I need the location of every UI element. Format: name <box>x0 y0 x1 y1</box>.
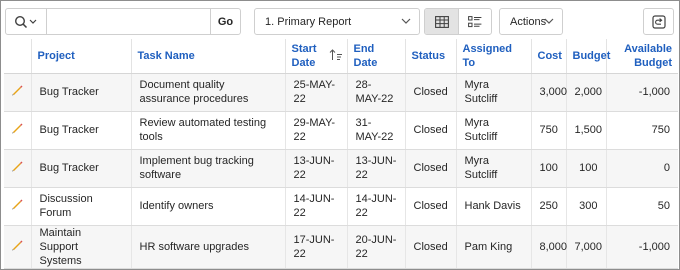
cell-available-budget: 0 <box>606 149 678 188</box>
cell-budget: 1,500 <box>566 111 607 150</box>
reset-button[interactable] <box>643 8 674 35</box>
column-header-available-budget[interactable]: Available Budget <box>606 39 678 74</box>
cell-budget: 100 <box>566 149 607 188</box>
table-row: Bug Tracker Review automated testing too… <box>4 111 678 150</box>
actions-menu-button[interactable]: Actions <box>499 8 563 35</box>
cell-task-name: Review automated testing tools <box>131 111 286 150</box>
grid-view-button[interactable] <box>425 9 459 34</box>
view-mode-toggle <box>424 8 492 35</box>
column-header-budget[interactable]: Budget <box>566 39 610 74</box>
edit-column-header <box>4 39 32 74</box>
interactive-report: Go 1. Primary Report Actions Project Tas… <box>0 0 680 270</box>
edit-cell[interactable] <box>4 149 32 188</box>
table-row: Bug Tracker Implement bug tracking softw… <box>4 149 678 188</box>
sort-ascending-icon <box>329 49 342 60</box>
cell-cost: 750 <box>531 111 567 150</box>
cell-project: Maintain Support Systems <box>31 225 132 269</box>
cell-start-date: 29-MAY-22 <box>285 111 348 150</box>
column-header-project[interactable]: Project <box>31 39 132 74</box>
cell-end-date: 20-JUN-22 <box>347 225 406 269</box>
cell-start-date: 14-JUN-22 <box>285 187 348 226</box>
report-table: Project Task Name Start Date End Date St… <box>4 39 678 269</box>
cell-project: Bug Tracker <box>31 111 132 150</box>
cell-end-date: 14-JUN-22 <box>347 187 406 226</box>
cell-cost: 3,000 <box>531 73 567 112</box>
column-header-end-date[interactable]: End Date <box>347 39 406 74</box>
cell-end-date: 28-MAY-22 <box>347 73 406 112</box>
cell-project: Bug Tracker <box>31 73 132 112</box>
cell-cost: 100 <box>531 149 567 188</box>
detail-view-button[interactable] <box>459 9 491 34</box>
chevron-down-icon <box>401 18 411 24</box>
edit-cell[interactable] <box>4 73 32 112</box>
search-column-button[interactable] <box>6 9 46 34</box>
cell-start-date: 25-MAY-22 <box>285 73 348 112</box>
cell-budget: 2,000 <box>566 73 607 112</box>
cell-task-name: Implement bug tracking software <box>131 149 286 188</box>
cell-cost: 8,000 <box>531 225 567 269</box>
grid-view-icon <box>434 15 449 28</box>
actions-label: Actions <box>510 15 547 28</box>
report-toolbar: Go 1. Primary Report Actions <box>1 1 679 39</box>
pencil-icon[interactable] <box>10 159 24 173</box>
cell-task-name: Document quality assurance procedures <box>131 73 286 112</box>
table-row: Bug Tracker Document quality assurance p… <box>4 73 678 112</box>
cell-available-budget: 50 <box>606 187 678 226</box>
edit-cell[interactable] <box>4 111 32 150</box>
pencil-icon[interactable] <box>10 197 24 211</box>
go-button[interactable]: Go <box>210 9 240 34</box>
cell-project: Discussion Forum <box>31 187 132 226</box>
cell-status: Closed <box>405 149 457 188</box>
column-header-cost[interactable]: Cost <box>531 39 567 74</box>
cell-status: Closed <box>405 225 457 269</box>
search-icon <box>14 15 37 28</box>
column-header-start-date[interactable]: Start Date <box>285 39 348 74</box>
cell-assigned-to: Myra Sutcliff <box>456 73 532 112</box>
cell-task-name: HR software upgrades <box>131 225 286 269</box>
cell-status: Closed <box>405 73 457 112</box>
reset-icon <box>651 14 666 29</box>
cell-assigned-to: Pam King <box>456 225 532 269</box>
cell-status: Closed <box>405 187 457 226</box>
pencil-icon[interactable] <box>10 121 24 135</box>
saved-report-select[interactable]: 1. Primary Report <box>254 8 420 35</box>
cell-available-budget: -1,000 <box>606 225 678 269</box>
cell-project: Bug Tracker <box>31 149 132 188</box>
cell-available-budget: 750 <box>606 111 678 150</box>
column-header-assigned-to[interactable]: Assigned To <box>456 39 532 74</box>
cell-budget: 300 <box>566 187 607 226</box>
cell-status: Closed <box>405 111 457 150</box>
cell-end-date: 31-MAY-22 <box>347 111 406 150</box>
cell-assigned-to: Myra Sutcliff <box>456 149 532 188</box>
cell-task-name: Identify owners <box>131 187 286 226</box>
edit-cell[interactable] <box>4 187 32 226</box>
pencil-icon[interactable] <box>10 238 24 252</box>
search-bar: Go <box>5 8 241 35</box>
header-row: Project Task Name Start Date End Date St… <box>4 39 678 74</box>
cell-available-budget: -1,000 <box>606 73 678 112</box>
cell-assigned-to: Hank Davis <box>456 187 532 226</box>
cell-cost: 250 <box>531 187 567 226</box>
cell-budget: 7,000 <box>566 225 607 269</box>
pencil-icon[interactable] <box>10 83 24 97</box>
saved-report-value: 1. Primary Report <box>265 15 352 28</box>
search-input[interactable] <box>46 9 212 34</box>
detail-view-icon <box>468 15 482 27</box>
cell-end-date: 13-JUN-22 <box>347 149 406 188</box>
column-header-status[interactable]: Status <box>405 39 457 74</box>
column-header-task-name[interactable]: Task Name <box>131 39 286 74</box>
cell-start-date: 17-JUN-22 <box>285 225 348 269</box>
table-row: Discussion Forum Identify owners 14-JUN-… <box>4 187 678 226</box>
cell-start-date: 13-JUN-22 <box>285 149 348 188</box>
column-header-start-date-label: Start Date <box>291 42 317 69</box>
cell-assigned-to: Myra Sutcliff <box>456 111 532 150</box>
chevron-down-icon <box>544 18 554 24</box>
edit-cell[interactable] <box>4 225 32 269</box>
table-row: Maintain Support Systems HR software upg… <box>4 225 678 269</box>
